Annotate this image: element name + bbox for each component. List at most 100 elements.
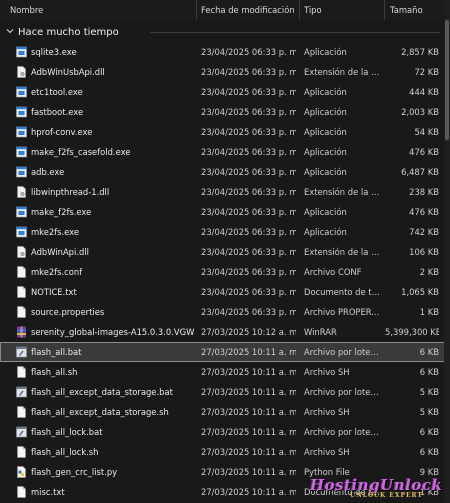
file-name: AdbWinApi.dll	[31, 247, 89, 257]
column-divider[interactable]	[196, 0, 197, 20]
file-row[interactable]: libwinpthread-1.dll 23/04/2025 06:33 p. m…	[0, 182, 450, 202]
application-icon	[16, 146, 27, 158]
file-name: make_f2fs_casefold.exe	[31, 147, 131, 157]
file-row[interactable]: AdbWinApi.dll 23/04/2025 06:33 p. m. Exten…	[0, 242, 450, 262]
file-type: Archivo por lotes ...	[304, 387, 382, 397]
file-type: Extensión de la apl...	[304, 187, 382, 197]
file-row[interactable]: source.properties 23/04/2025 06:33 p. m. A…	[0, 302, 450, 322]
file-row[interactable]: serenity_global-images-A15.0.3.0.VGWMI..…	[0, 322, 450, 342]
file-name: AdbWinUsbApi.dll	[31, 67, 105, 77]
file-date: 23/04/2025 06:33 p. m.	[201, 227, 296, 237]
group-title: Hace mucho tiempo	[18, 26, 119, 38]
file-icon	[16, 266, 27, 278]
dll-icon	[16, 186, 27, 198]
batch-file-icon	[16, 346, 27, 358]
application-icon	[16, 126, 27, 138]
file-type: WinRAR	[304, 327, 337, 337]
file-date: 27/03/2025 10:11 a. m.	[201, 347, 296, 357]
file-row[interactable]: adb.exe 23/04/2025 06:33 p. m. Aplicación 6…	[0, 162, 450, 182]
file-row[interactable]: NOTICE.txt 23/04/2025 06:33 p. m. Document…	[0, 282, 450, 302]
column-header-type[interactable]: Tipo	[304, 0, 322, 20]
scrollbar-thumb[interactable]	[445, 20, 449, 140]
file-row[interactable]: AdbWinUsbApi.dll 23/04/2025 06:33 p. m. Ex…	[0, 62, 450, 82]
column-header-name[interactable]: Nombre	[10, 0, 43, 20]
file-type: Aplicación	[304, 47, 347, 57]
file-row[interactable]: fastboot.exe 23/04/2025 06:33 p. m. Aplica…	[0, 102, 450, 122]
dll-icon	[16, 66, 27, 78]
file-row[interactable]: sqlite3.exe 23/04/2025 06:33 p. m. Aplicac…	[0, 42, 450, 62]
file-date: 27/03/2025 10:11 a. m.	[201, 387, 296, 397]
file-icon	[16, 306, 27, 318]
file-type: Aplicación	[304, 127, 347, 137]
file-row[interactable]: make_f2fs_casefold.exe 23/04/2025 06:33 p…	[0, 142, 450, 162]
file-name: flash_all_lock.bat	[31, 427, 103, 437]
file-row[interactable]: mke2fs.conf 23/04/2025 06:33 p. m. Archivo…	[0, 262, 450, 282]
column-header-date[interactable]: Fecha de modificación	[201, 0, 295, 20]
file-size: 6 KB	[419, 367, 439, 377]
file-date: 27/03/2025 10:11 a. m.	[201, 487, 296, 497]
column-header-size[interactable]: Tamaño	[390, 0, 423, 20]
file-date: 23/04/2025 06:33 p. m.	[201, 247, 296, 257]
file-name: mke2fs.exe	[31, 227, 80, 237]
file-name: hprof-conv.exe	[31, 127, 93, 137]
file-row[interactable]: flash_all_lock.bat 27/03/2025 10:11 a. m.…	[0, 422, 450, 442]
file-name: fastboot.exe	[31, 107, 84, 117]
file-row[interactable]: hprof-conv.exe 23/04/2025 06:33 p. m. Apli…	[0, 122, 450, 142]
application-icon	[16, 46, 27, 58]
file-date: 27/03/2025 10:11 a. m.	[201, 447, 296, 457]
file-size: 742 KB	[409, 227, 439, 237]
file-row[interactable]: flash_all_except_data_storage.sh 27/03/20…	[0, 402, 450, 422]
file-name: mke2fs.conf	[31, 267, 83, 277]
file-type: Aplicación	[304, 87, 347, 97]
dll-icon	[16, 246, 27, 258]
file-type: Extensión de la apl...	[304, 247, 382, 257]
file-row[interactable]: flash_all.bat 27/03/2025 10:11 a. m. Archi…	[0, 342, 450, 362]
file-type: Documento de tex...	[304, 287, 382, 297]
batch-file-icon	[16, 426, 27, 438]
file-type: Aplicación	[304, 107, 347, 117]
file-date: 23/04/2025 06:33 p. m.	[201, 187, 296, 197]
vertical-scrollbar[interactable]	[444, 0, 450, 503]
file-row[interactable]: etc1tool.exe 23/04/2025 06:33 p. m. Aplica…	[0, 82, 450, 102]
column-divider[interactable]	[384, 0, 385, 20]
group-header[interactable]: Hace mucho tiempo	[0, 22, 450, 42]
watermark-subtext: UNLOCK EXPERT	[350, 492, 423, 499]
file-row[interactable]: flash_all_except_data_storage.bat 27/03/2…	[0, 382, 450, 402]
file-name: flash_all.bat	[31, 347, 82, 357]
file-size: 476 KB	[409, 147, 439, 157]
file-row[interactable]: flash_all_lock.sh 27/03/2025 10:11 a. m. A…	[0, 442, 450, 462]
file-name: libwinpthread-1.dll	[31, 187, 110, 197]
file-type: Aplicación	[304, 167, 347, 177]
file-date: 23/04/2025 06:33 p. m.	[201, 47, 296, 57]
file-icon	[16, 446, 27, 458]
chevron-down-icon[interactable]	[6, 27, 14, 35]
file-date: 23/04/2025 06:33 p. m.	[201, 267, 296, 277]
file-size: 6 KB	[419, 347, 439, 357]
file-type: Archivo por lotes ...	[304, 427, 382, 437]
file-size: 2,857 KB	[401, 47, 439, 57]
file-date: 23/04/2025 06:33 p. m.	[201, 127, 296, 137]
file-row[interactable]: flash_all.sh 27/03/2025 10:11 a. m. Archiv…	[0, 362, 450, 382]
column-divider[interactable]	[299, 0, 300, 20]
file-row[interactable]: mke2fs.exe 23/04/2025 06:33 p. m. Aplicaci…	[0, 222, 450, 242]
file-name: etc1tool.exe	[31, 87, 83, 97]
file-date: 27/03/2025 10:11 a. m.	[201, 407, 296, 417]
file-size: 238 KB	[409, 187, 439, 197]
batch-file-icon	[16, 386, 27, 398]
file-type: Aplicación	[304, 147, 347, 157]
file-name: flash_gen_crc_list.py	[31, 467, 118, 477]
file-type: Archivo CONF	[304, 267, 362, 277]
file-date: 23/04/2025 06:33 p. m.	[201, 87, 296, 97]
python-file-icon	[16, 466, 27, 478]
file-type: Archivo SH	[304, 367, 350, 377]
file-date: 27/03/2025 10:11 a. m.	[201, 367, 296, 377]
file-size: 72 KB	[414, 67, 439, 77]
file-name: misc.txt	[31, 487, 65, 497]
file-type: Aplicación	[304, 227, 347, 237]
file-type: Archivo PROPERTI...	[304, 307, 382, 317]
file-icon	[16, 286, 27, 298]
file-row[interactable]: make_f2fs.exe 23/04/2025 06:33 p. m. Aplic…	[0, 202, 450, 222]
file-size: 54 KB	[414, 127, 439, 137]
file-name: source.properties	[31, 307, 105, 317]
file-name: flash_all.sh	[31, 367, 78, 377]
